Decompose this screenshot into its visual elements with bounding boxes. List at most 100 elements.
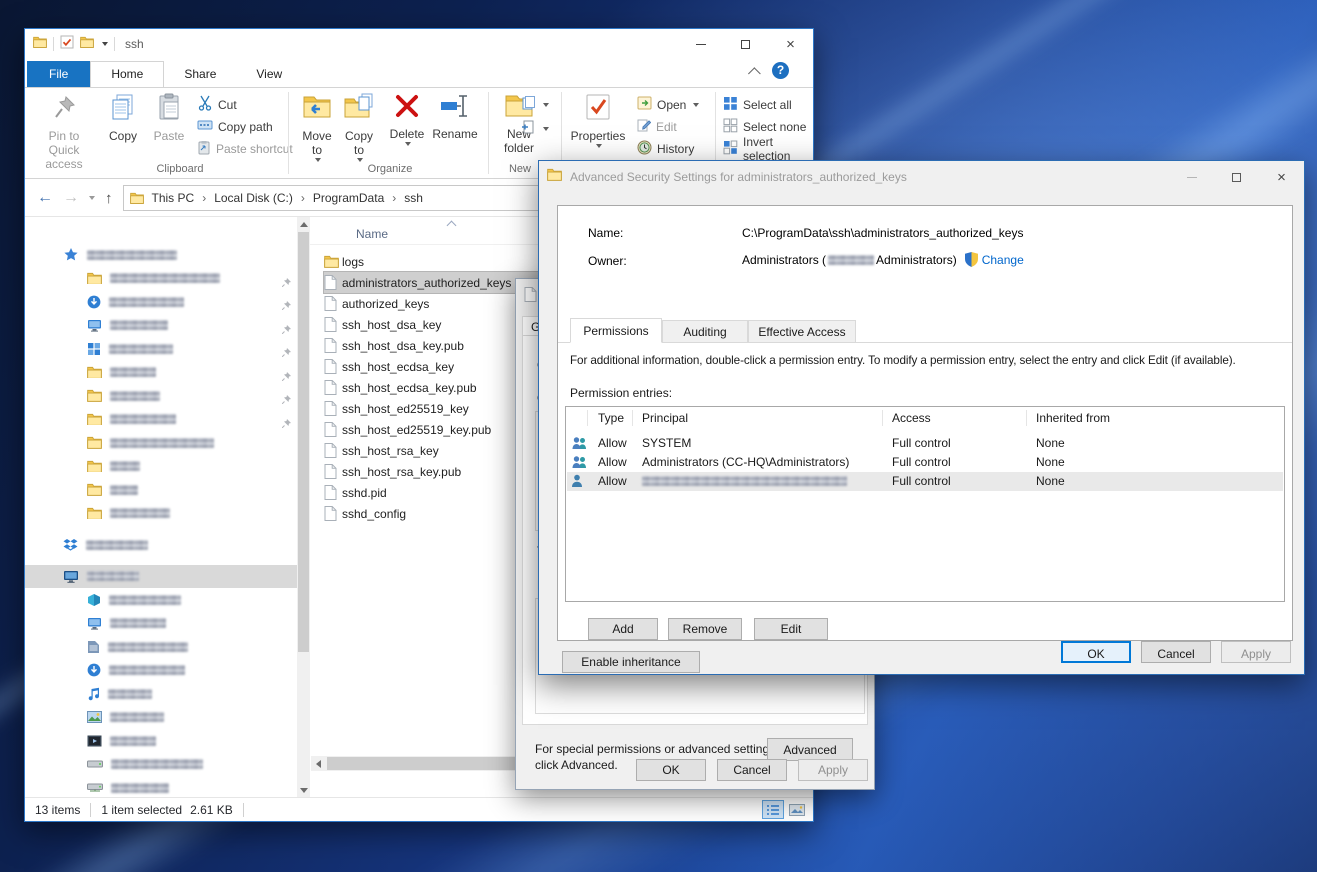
sidebar-item[interactable]	[25, 565, 297, 588]
close-button[interactable]: ×	[1259, 161, 1304, 193]
maximize-button[interactable]	[1214, 161, 1259, 193]
qat-properties-icon[interactable]	[60, 35, 74, 54]
sidebar-item[interactable]	[25, 455, 297, 478]
copy-button[interactable]: Copy	[101, 92, 145, 160]
breadcrumb-item[interactable]: ProgramData	[311, 191, 386, 205]
help-icon[interactable]: ?	[772, 62, 789, 79]
sidebar-item[interactable]	[25, 384, 297, 407]
tab-effective-access[interactable]: Effective Access	[748, 320, 856, 343]
file-row[interactable]: ssh_host_ed25519_key	[324, 398, 469, 419]
select-all-button[interactable]: Select all	[723, 94, 792, 115]
file-row[interactable]: logs	[324, 251, 364, 272]
change-owner-link[interactable]: Change	[982, 253, 1024, 267]
ok-button[interactable]: OK	[1061, 641, 1131, 663]
edit-button[interactable]: Edit	[754, 618, 828, 640]
sidebar-item[interactable]	[25, 290, 297, 313]
maximize-button[interactable]	[723, 29, 768, 59]
file-row[interactable]: ssh_host_ed25519_key.pub	[324, 419, 491, 440]
copy-path-button[interactable]: Copy path	[197, 116, 273, 137]
sidebar-item[interactable]	[25, 408, 297, 431]
paste-button[interactable]: Paste	[147, 92, 191, 160]
file-row[interactable]: administrators_authorized_keys	[324, 272, 542, 293]
sidebar-item[interactable]	[25, 533, 297, 556]
tab-file[interactable]: File	[27, 61, 90, 87]
thumbnail-view-button[interactable]	[787, 801, 807, 818]
easy-access-button[interactable]	[521, 94, 549, 115]
rename-button[interactable]: Rename	[429, 92, 481, 160]
sidebar-item[interactable]	[25, 706, 297, 729]
permission-entry-row[interactable]: AllowAdministrators (CC-HQ\Administrator…	[567, 453, 1283, 472]
file-row[interactable]: ssh_host_rsa_key	[324, 440, 439, 461]
breadcrumb-chevron-icon[interactable]: ›	[386, 191, 402, 205]
qat-new-folder-icon[interactable]	[80, 35, 94, 53]
tab-share[interactable]: Share	[164, 62, 236, 87]
sidebar-item[interactable]	[25, 478, 297, 501]
qat-customize-dropdown-icon[interactable]	[102, 42, 108, 46]
sidebar-item[interactable]	[25, 682, 297, 705]
sidebar-item[interactable]	[25, 337, 297, 360]
column-inherited-from[interactable]: Inherited from	[1036, 411, 1110, 425]
breadcrumb-item[interactable]: This PC	[150, 191, 197, 205]
recent-locations-dropdown-icon[interactable]	[89, 196, 95, 200]
breadcrumb-chevron-icon[interactable]: ›	[295, 191, 311, 205]
ok-button[interactable]: OK	[636, 759, 706, 781]
breadcrumb-item[interactable]: ssh	[402, 191, 425, 205]
edit-button[interactable]: Edit	[637, 116, 677, 137]
move-to-button[interactable]: Move to	[297, 92, 337, 160]
apply-button[interactable]: Apply	[798, 759, 868, 781]
sidebar-item[interactable]	[25, 267, 297, 290]
minimize-button[interactable]	[678, 29, 723, 59]
new-item-button[interactable]	[521, 118, 549, 139]
paste-shortcut-button[interactable]: Paste shortcut	[197, 138, 293, 159]
properties-button[interactable]: Properties	[566, 92, 630, 160]
file-row[interactable]: ssh_host_dsa_key	[324, 314, 441, 335]
explorer-titlebar[interactable]: ssh ×	[25, 29, 813, 59]
add-button[interactable]: Add	[588, 618, 658, 640]
cut-button[interactable]: Cut	[197, 94, 237, 115]
sidebar-item[interactable]	[25, 776, 297, 797]
sidebar-item[interactable]	[25, 243, 297, 266]
invert-selection-button[interactable]: Invert selection	[723, 138, 813, 159]
breadcrumb-chevron-icon[interactable]: ›	[196, 191, 212, 205]
open-button[interactable]: Open	[637, 94, 699, 115]
file-row[interactable]: authorized_keys	[324, 293, 429, 314]
forward-button[interactable]: →	[63, 189, 79, 207]
cancel-button[interactable]: Cancel	[717, 759, 787, 781]
tab-view[interactable]: View	[236, 62, 302, 87]
scrollbar-thumb[interactable]	[298, 232, 309, 652]
tab-home[interactable]: Home	[90, 61, 164, 87]
back-button[interactable]: ←	[37, 189, 53, 207]
details-view-button[interactable]	[763, 801, 783, 818]
pin-to-quick-access-button[interactable]: Pin to Quick access	[33, 92, 95, 160]
sidebar-item[interactable]	[25, 753, 297, 776]
sidebar-item[interactable]	[25, 502, 297, 525]
scroll-left-icon[interactable]	[311, 756, 325, 771]
collapse-ribbon-icon[interactable]	[748, 67, 761, 80]
copy-to-button[interactable]: Copy to	[339, 92, 379, 160]
remove-button[interactable]: Remove	[668, 618, 742, 640]
apply-button[interactable]: Apply	[1221, 641, 1291, 663]
file-row[interactable]: ssh_host_rsa_key.pub	[324, 461, 461, 482]
file-row[interactable]: sshd_config	[324, 503, 406, 524]
tab-permissions[interactable]: Permissions	[570, 318, 662, 343]
column-type[interactable]: Type	[598, 411, 624, 425]
history-button[interactable]: History	[637, 138, 694, 159]
enable-inheritance-button[interactable]: Enable inheritance	[562, 651, 700, 673]
scroll-up-icon[interactable]	[297, 217, 310, 231]
file-row[interactable]: ssh_host_ecdsa_key.pub	[324, 377, 477, 398]
file-row[interactable]: sshd.pid	[324, 482, 387, 503]
permission-entry-row[interactable]: AllowFull controlNone	[567, 472, 1283, 491]
sidebar-item[interactable]	[25, 588, 297, 611]
scroll-down-icon[interactable]	[297, 783, 310, 797]
delete-button[interactable]: Delete	[385, 92, 429, 160]
breadcrumb-item[interactable]: Local Disk (C:)	[212, 191, 295, 205]
column-principal[interactable]: Principal	[642, 411, 688, 425]
minimize-button[interactable]	[1169, 161, 1214, 193]
sidebar-item[interactable]	[25, 729, 297, 752]
column-access[interactable]: Access	[892, 411, 931, 425]
cancel-button[interactable]: Cancel	[1141, 641, 1211, 663]
advanced-button[interactable]: Advanced	[767, 738, 853, 761]
tab-auditing[interactable]: Auditing	[662, 320, 748, 343]
sidebar-item[interactable]	[25, 314, 297, 337]
sidebar-scrollbar[interactable]	[297, 217, 310, 797]
